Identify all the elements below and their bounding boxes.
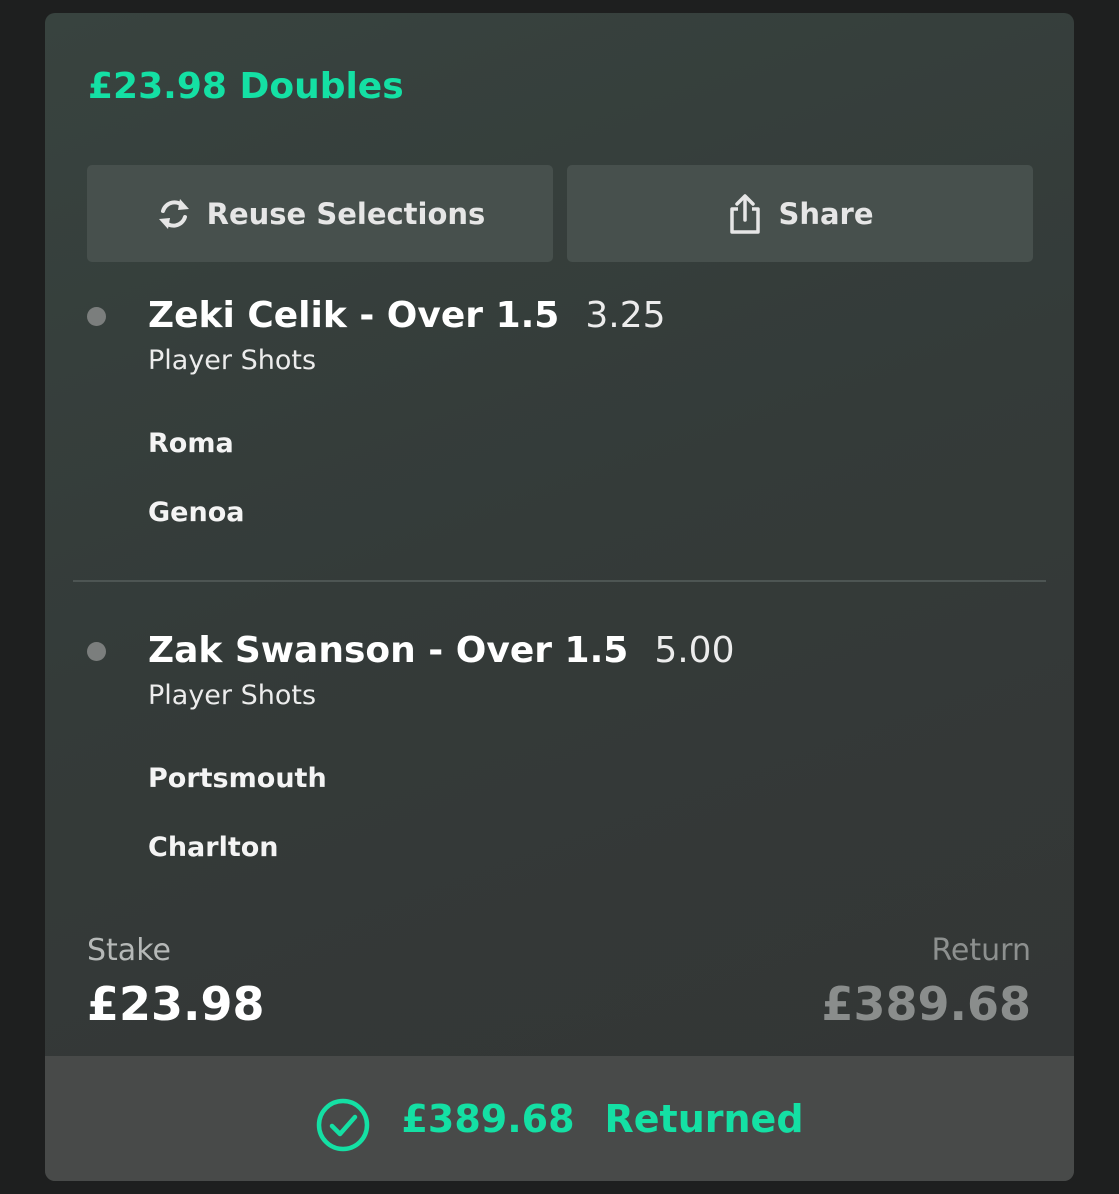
away-team: Charlton	[148, 832, 279, 863]
stake-value: £23.98	[87, 977, 265, 1031]
share-icon	[726, 193, 764, 235]
selection-market: Player Shots	[148, 680, 317, 711]
returned-status: Returned	[604, 1096, 804, 1141]
reuse-selections-label: Reuse Selections	[206, 196, 486, 231]
selection-header: Zeki Celik - Over 1.5 3.25	[148, 293, 666, 345]
stake-label: Stake	[87, 933, 171, 968]
selection-market: Player Shots	[148, 345, 317, 376]
away-team: Genoa	[148, 497, 245, 528]
selection-name: Zeki Celik - Over 1.5	[148, 295, 560, 336]
reuse-selections-button[interactable]: Reuse Selections	[87, 165, 553, 262]
selection-header: Zak Swanson - Over 1.5 5.00	[148, 628, 734, 680]
check-circle-icon	[315, 1097, 371, 1153]
selection-bullet	[87, 642, 106, 661]
selection-odds: 3.25	[585, 295, 666, 336]
selection-bullet	[87, 307, 106, 326]
bet-title: £23.98 Doubles	[88, 66, 404, 107]
return-value: £389.68	[821, 977, 1031, 1031]
returned-amount: £389.68	[401, 1096, 575, 1141]
bet-card: £23.98 Doubles Reuse Selections Share Ze…	[45, 13, 1074, 1181]
home-team: Roma	[148, 428, 234, 459]
refresh-icon	[155, 193, 193, 235]
home-team: Portsmouth	[148, 763, 327, 794]
selection-odds: 5.00	[654, 630, 735, 671]
share-button[interactable]: Share	[567, 165, 1033, 262]
selection-name: Zak Swanson - Over 1.5	[148, 630, 629, 671]
share-label: Share	[778, 196, 874, 231]
selection-divider	[73, 580, 1046, 582]
returned-status-bar: £389.68 Returned	[45, 1056, 1074, 1181]
return-label: Return	[931, 933, 1031, 968]
